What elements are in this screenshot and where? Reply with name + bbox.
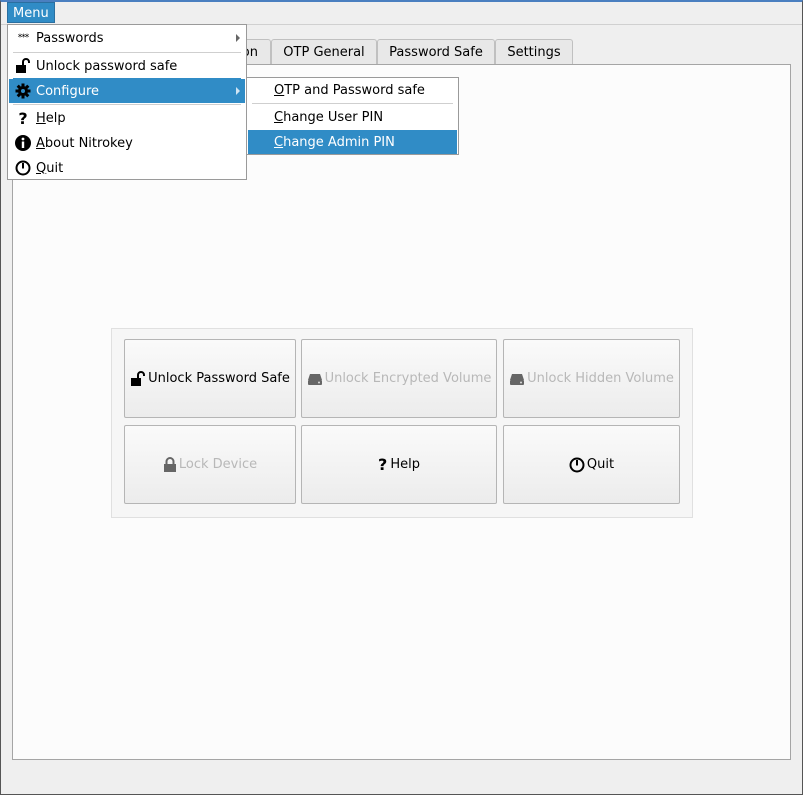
menu-item-unlock-password-safe[interactable]: Unlock password safe bbox=[9, 54, 245, 78]
question-icon: ? bbox=[18, 108, 28, 128]
unlock-icon bbox=[12, 58, 34, 74]
help-button[interactable]: ? Help bbox=[301, 425, 497, 504]
menu-item-label: Help bbox=[36, 110, 66, 126]
menu-item-label: About Nitrokey bbox=[36, 135, 133, 151]
quit-label: Quit bbox=[586, 457, 615, 472]
menu-item-label: OTP and Password safe bbox=[274, 82, 425, 98]
tab-password-safe[interactable]: Password Safe bbox=[377, 39, 495, 65]
submenu-item-change-admin-pin[interactable]: Change Admin PIN bbox=[248, 130, 457, 154]
quit-button[interactable]: Quit bbox=[503, 425, 680, 504]
question-icon: ? bbox=[378, 455, 388, 474]
submenu-arrow-icon bbox=[236, 87, 240, 95]
menu-separator bbox=[13, 52, 241, 53]
unlock-hidden-volume-button[interactable]: Unlock Hidden Volume bbox=[503, 339, 680, 418]
menu-item-label: Unlock password safe bbox=[36, 58, 178, 74]
lock-device-button[interactable]: Lock Device bbox=[124, 425, 296, 504]
lock-device-label: Lock Device bbox=[178, 457, 258, 472]
menu-item-configure[interactable]: Configure bbox=[9, 79, 245, 103]
drive-icon bbox=[509, 371, 525, 387]
drive-icon bbox=[307, 371, 323, 387]
unlock-hidden-volume-label: Unlock Hidden Volume bbox=[527, 371, 674, 386]
menu-separator bbox=[252, 103, 453, 104]
unlock-icon bbox=[130, 370, 146, 387]
info-icon bbox=[12, 135, 34, 151]
submenu-item-otp-and-password-safe[interactable]: OTP and Password safe bbox=[248, 78, 457, 102]
unlock-password-safe-button[interactable]: Unlock Password Safe bbox=[124, 339, 296, 418]
tab-settings[interactable]: Settings bbox=[495, 39, 573, 65]
menubar: Menu bbox=[1, 2, 802, 25]
power-icon bbox=[569, 457, 585, 473]
menu-item-about[interactable]: About Nitrokey bbox=[9, 131, 245, 155]
main-menu-popup: *** Passwords Unlock password safe Confi… bbox=[7, 24, 247, 180]
menu-item-quit[interactable]: Quit bbox=[9, 156, 245, 180]
menu-item-passwords[interactable]: *** Passwords bbox=[9, 26, 245, 50]
unlock-encrypted-volume-button[interactable]: Unlock Encrypted Volume bbox=[301, 339, 497, 418]
menu-separator bbox=[13, 104, 241, 105]
menubar-menu[interactable]: Menu bbox=[7, 2, 55, 23]
gear-icon bbox=[12, 83, 34, 99]
tab-otp-general[interactable]: OTP General bbox=[271, 39, 377, 65]
main-window: Menu on OTP General Password Safe Settin… bbox=[0, 0, 803, 795]
submenu-item-change-user-pin[interactable]: Change User PIN bbox=[248, 105, 457, 129]
unlock-encrypted-volume-label: Unlock Encrypted Volume bbox=[324, 371, 492, 386]
menu-item-label: Passwords bbox=[36, 30, 104, 46]
menu-item-label: Change Admin PIN bbox=[274, 134, 395, 150]
asterisks-icon: *** bbox=[17, 33, 30, 43]
lock-icon bbox=[163, 456, 177, 473]
configure-submenu-popup: OTP and Password safe Change User PIN Ch… bbox=[246, 77, 459, 155]
help-label: Help bbox=[390, 457, 420, 472]
menu-item-help[interactable]: ? Help bbox=[9, 106, 245, 130]
unlock-password-safe-label: Unlock Password Safe bbox=[148, 371, 290, 386]
menu-item-label: Quit bbox=[36, 160, 64, 176]
power-icon bbox=[12, 160, 34, 176]
menu-item-label: Configure bbox=[36, 83, 100, 99]
menu-item-label: Change User PIN bbox=[274, 109, 384, 125]
submenu-arrow-icon bbox=[236, 34, 240, 42]
